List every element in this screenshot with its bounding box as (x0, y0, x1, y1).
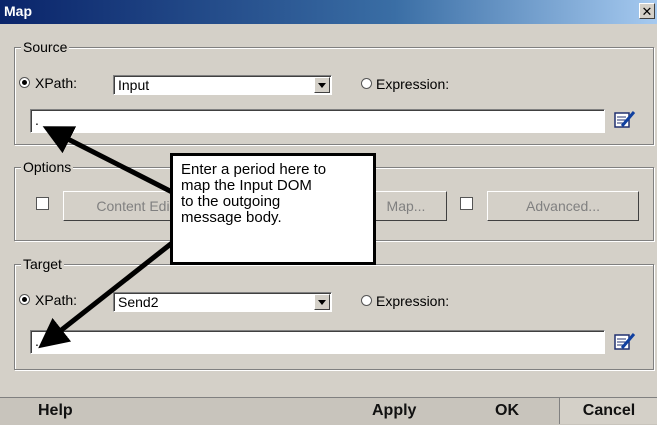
title-bar: Map ✕ (0, 0, 657, 24)
target-text-field[interactable]: . (30, 330, 605, 354)
target-expression-label: Expression: (376, 293, 450, 309)
footer-bar: Help Apply OK Cancel (0, 397, 657, 425)
source-xpath-label: XPath: (35, 75, 78, 91)
target-expression-radio[interactable] (361, 295, 372, 306)
close-icon[interactable]: ✕ (639, 3, 655, 19)
window-title: Map (4, 3, 32, 19)
target-text-value: . (35, 333, 39, 349)
callout-line: to the outgoing (181, 193, 281, 210)
target-xpath-select[interactable]: Send2 (113, 292, 332, 312)
map-button-label: Map... (386, 198, 426, 214)
advanced-button-label: Advanced... (526, 198, 600, 214)
edit-pencil-icon[interactable] (614, 110, 636, 130)
source-xpath-value: Input (118, 77, 150, 93)
target-legend: Target (21, 256, 64, 272)
source-xpath-select[interactable]: Input (113, 75, 332, 95)
cancel-button[interactable]: Cancel (559, 398, 657, 424)
source-text-value: . (35, 112, 39, 128)
edit-pencil-icon[interactable] (614, 332, 636, 352)
source-expression-label: Expression: (376, 76, 450, 92)
advanced-button[interactable]: Advanced... (487, 191, 639, 221)
advanced-checkbox[interactable] (460, 197, 473, 210)
target-xpath-label: XPath: (35, 292, 78, 308)
source-xpath-radio[interactable] (19, 77, 30, 88)
callout-line: map the Input DOM (181, 177, 312, 194)
content-editor-checkbox[interactable] (36, 197, 49, 210)
ok-button[interactable]: OK (495, 398, 519, 424)
source-expression-radio[interactable] (361, 78, 372, 89)
callout-line: Enter a period here to (181, 161, 327, 178)
source-legend: Source (21, 39, 70, 55)
options-legend: Options (21, 159, 74, 175)
help-button[interactable]: Help (38, 398, 73, 424)
content-editor-label: Content Edi (96, 198, 170, 214)
map-dialog: Map ✕ Source XPath: Input Expression: . … (0, 0, 657, 425)
target-xpath-value: Send2 (118, 294, 159, 310)
chevron-down-icon[interactable] (314, 294, 330, 310)
source-text-field[interactable]: . (30, 109, 605, 133)
callout-line: message body. (181, 209, 282, 226)
apply-button[interactable]: Apply (372, 398, 416, 424)
annotation-callout: Enter a period here to map the Input DOM… (170, 153, 376, 265)
map-button[interactable]: Map... (365, 191, 447, 221)
target-xpath-radio[interactable] (19, 294, 30, 305)
chevron-down-icon[interactable] (314, 77, 330, 93)
target-group: Target (14, 256, 654, 370)
